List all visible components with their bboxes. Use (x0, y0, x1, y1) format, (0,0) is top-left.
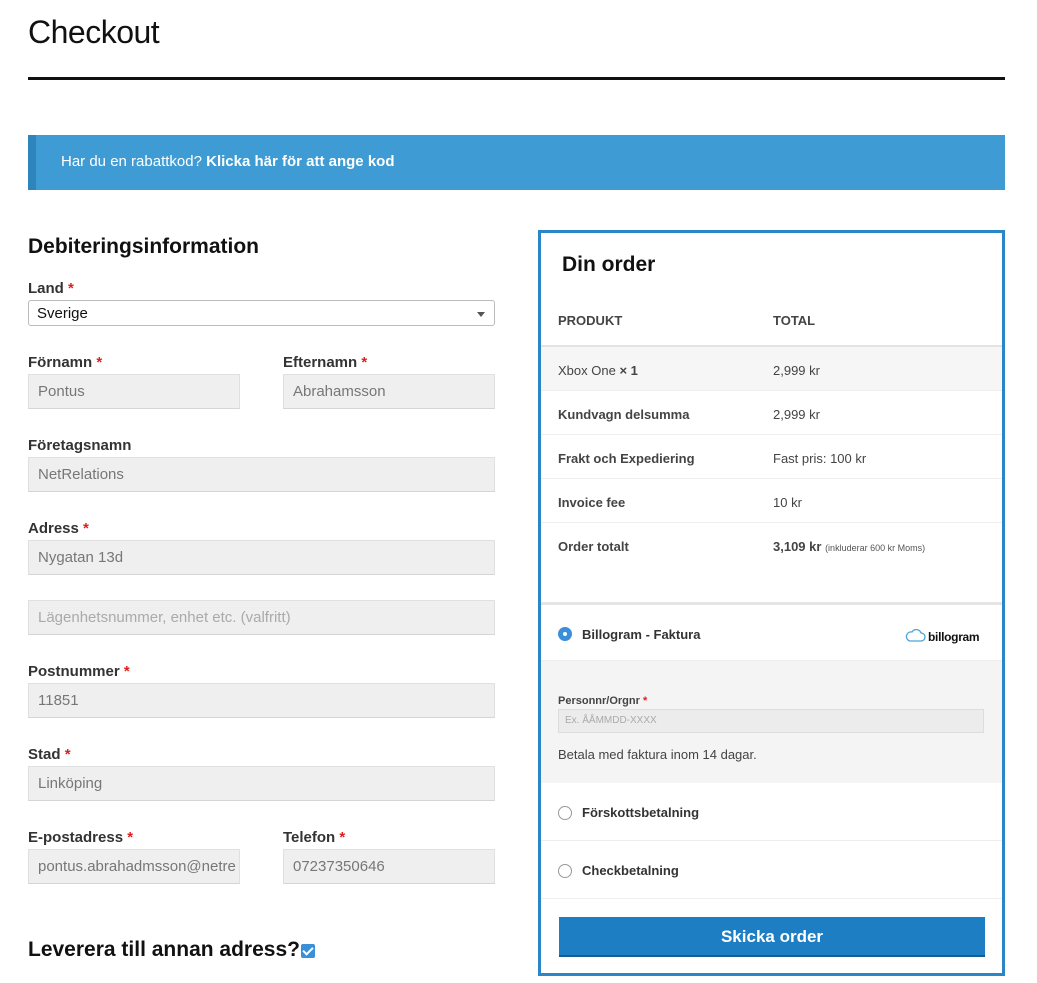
city-field[interactable]: Linköping (28, 766, 495, 801)
personnr-label: Personnr/Orgnr * (558, 695, 648, 707)
item-total: 2,999 kr (773, 363, 820, 378)
order-total-row: Order totalt 3,109 kr (inkluderar 600 kr… (541, 523, 1002, 567)
shipping-value: Fast pris: 100 kr (773, 451, 867, 466)
last-name-field[interactable]: Abrahamsson (283, 374, 495, 409)
column-header-total: TOTAL (773, 313, 816, 328)
place-order-button[interactable]: Skicka order (559, 917, 985, 957)
address-field[interactable]: Nygatan 13d (28, 540, 495, 575)
subtotal-value: 2,999 kr (773, 407, 820, 422)
country-select[interactable]: Sverige (28, 300, 495, 326)
order-review: Din order PRODUKT TOTAL Xbox One × 1 2,9… (538, 230, 1005, 976)
postcode-label: Postnummer * (28, 663, 130, 680)
personnr-field[interactable]: Ex. ÅÅMMDD-XXXX (558, 709, 984, 733)
country-label: Land * (28, 280, 74, 297)
phone-label: Telefon * (283, 829, 346, 846)
item-quantity: × 1 (619, 363, 638, 378)
subtotal-label: Kundvagn delsumma (558, 407, 690, 422)
title-divider (28, 77, 1005, 80)
payment-method-prepayment[interactable]: Förskottsbetalning (541, 783, 1002, 841)
address-label: Adress * (28, 520, 89, 537)
city-label: Stad * (28, 746, 71, 763)
ship-to-different-address-checkbox[interactable] (301, 944, 315, 958)
company-field[interactable]: NetRelations (28, 457, 495, 492)
fee-label: Invoice fee (558, 495, 626, 510)
shipping-row: Frakt och Expediering Fast pris: 100 kr (541, 435, 1002, 479)
fee-value: 10 kr (773, 495, 802, 510)
payment-method-cheque[interactable]: Checkbetalning (541, 841, 1002, 899)
company-label: Företagsnamn (28, 437, 132, 454)
payment-method-billogram[interactable]: Billogram - Faktura billogram (541, 605, 1002, 661)
fee-row: Invoice fee 10 kr (541, 479, 1002, 523)
postcode-field[interactable]: 11851 (28, 683, 495, 718)
coupon-link[interactable]: Klicka här för att ange kod (206, 153, 394, 170)
order-heading: Din order (562, 253, 656, 276)
payment-radio-billogram[interactable] (558, 627, 572, 641)
first-name-field[interactable]: Pontus (28, 374, 240, 409)
column-header-product: PRODUKT (558, 313, 623, 328)
payment-radio-prepayment[interactable] (558, 806, 572, 820)
order-item-row: Xbox One × 1 2,999 kr (541, 345, 1002, 391)
phone-field[interactable]: 07237350646 (283, 849, 495, 884)
last-name-label: Efternamn * (283, 354, 368, 371)
shipping-label: Frakt och Expediering (558, 451, 695, 466)
payment-label-prepayment: Förskottsbetalning (582, 805, 700, 820)
payment-radio-cheque[interactable] (558, 864, 572, 878)
address2-field[interactable]: Lägenhetsnummer, enhet etc. (valfritt) (28, 600, 495, 635)
coupon-text: Har du en rabattkod? (61, 153, 202, 170)
email-label: E-postadress * (28, 829, 134, 846)
chevron-down-icon (477, 312, 485, 317)
order-total-value: 3,109 kr (773, 539, 822, 554)
billogram-payment-details: Personnr/Orgnr * Ex. ÅÅMMDD-XXXX Betala … (541, 661, 1002, 783)
ship-to-different-address-label: Leverera till annan adress? (28, 938, 300, 961)
payment-label-cheque: Checkbetalning (582, 863, 679, 878)
coupon-notice: Har du en rabattkod? Klicka här för att … (28, 135, 1005, 190)
item-name: Xbox One (558, 363, 616, 378)
billogram-logo: billogram (905, 629, 980, 644)
billing-heading: Debiteringsinformation (28, 235, 260, 258)
subtotal-row: Kundvagn delsumma 2,999 kr (541, 391, 1002, 435)
payment-label-billogram: Billogram - Faktura (582, 627, 701, 642)
order-total-tax-note: (inkluderar 600 kr Moms) (825, 543, 926, 553)
payment-description: Betala med faktura inom 14 dagar. (558, 747, 757, 762)
email-field[interactable]: pontus.abrahadmsson@netre (28, 849, 240, 884)
page-title: Checkout (28, 14, 160, 50)
cloud-icon (905, 629, 926, 642)
first-name-label: Förnamn * (28, 354, 103, 371)
order-total-label: Order totalt (558, 539, 629, 554)
